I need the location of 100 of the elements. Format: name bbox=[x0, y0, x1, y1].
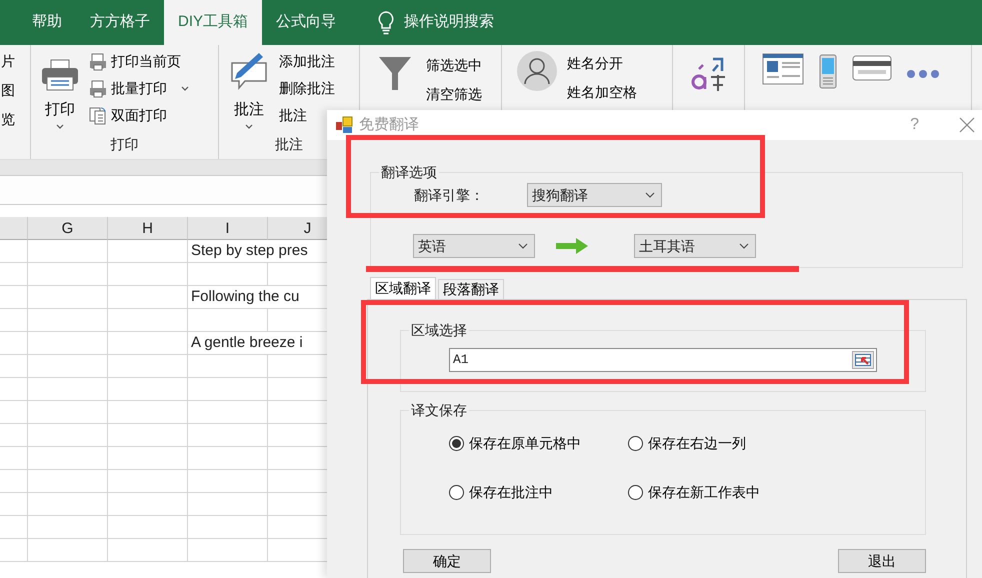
ribbon-button[interactable]: 姓名加空格 bbox=[567, 82, 637, 103]
radio-option[interactable]: 保存在批注中 bbox=[449, 482, 628, 503]
sheet-cell[interactable] bbox=[0, 332, 28, 355]
dialog-tab[interactable]: 区域翻译 bbox=[370, 277, 436, 299]
range-picker-icon bbox=[855, 354, 871, 366]
dropdown[interactable]: 搜狗翻译 bbox=[527, 183, 662, 207]
engine-label: 翻译引擎： bbox=[414, 186, 485, 204]
ribbon-button[interactable]: 删除批注 bbox=[279, 78, 335, 99]
ribbon-tab[interactable]: 帮助 bbox=[18, 0, 76, 45]
caret-icon bbox=[245, 124, 253, 128]
column-header[interactable]: I bbox=[188, 217, 268, 240]
sheet-cell[interactable] bbox=[0, 378, 28, 401]
dialog-tab[interactable]: 段落翻译 bbox=[438, 279, 504, 299]
page-printer-icon bbox=[89, 52, 107, 70]
sheet-cell[interactable] bbox=[108, 240, 188, 263]
ribbon-tab[interactable]: 公式向导 bbox=[262, 0, 350, 45]
dialog-button[interactable]: 确定 bbox=[403, 549, 491, 573]
sheet-cell[interactable] bbox=[0, 263, 28, 286]
sheet-cell[interactable] bbox=[108, 447, 188, 470]
app-icon bbox=[335, 116, 353, 134]
sheet-cell[interactable] bbox=[28, 309, 108, 332]
sheet-cell[interactable] bbox=[0, 447, 28, 470]
sheet-cell[interactable] bbox=[188, 309, 268, 332]
sheet-cell[interactable] bbox=[188, 401, 268, 424]
sheet-cell[interactable] bbox=[28, 401, 108, 424]
ribbon-button[interactable]: 添加批注 bbox=[279, 51, 335, 72]
large-comment-button[interactable]: 批注 bbox=[229, 51, 269, 134]
large-print-button[interactable]: 打印 bbox=[41, 51, 79, 134]
sheet-cell[interactable] bbox=[28, 447, 108, 470]
range-input[interactable]: A1 bbox=[449, 348, 877, 372]
sheet-cell[interactable] bbox=[108, 332, 188, 355]
sheet-cell[interactable] bbox=[28, 516, 108, 539]
sheet-cell[interactable] bbox=[108, 493, 188, 516]
ribbon-button[interactable]: 筛选选中 bbox=[426, 55, 482, 76]
sheet-cell[interactable] bbox=[108, 516, 188, 539]
bank-card-icon bbox=[852, 53, 892, 83]
duplex-page-icon bbox=[89, 106, 107, 124]
ribbon-tab[interactable]: 方方格子 bbox=[76, 0, 164, 45]
sheet-cell[interactable] bbox=[188, 493, 268, 516]
sheet-cell[interactable] bbox=[108, 378, 188, 401]
ribbon-tab[interactable]: DIY工具箱 bbox=[164, 0, 262, 45]
ribbon-button[interactable]: 批量打印 bbox=[89, 78, 189, 99]
sheet-cell[interactable] bbox=[28, 424, 108, 447]
sheet-cell[interactable] bbox=[108, 470, 188, 493]
sheet-cell[interactable] bbox=[108, 309, 188, 332]
sheet-cell[interactable] bbox=[188, 424, 268, 447]
search-tab[interactable]: 操作说明搜索 bbox=[364, 0, 508, 45]
ribbon-button[interactable]: 姓名分开 bbox=[567, 53, 637, 74]
ribbon-button[interactable]: 片 bbox=[1, 51, 18, 72]
sheet-cell[interactable] bbox=[0, 493, 28, 516]
sheet-cell[interactable] bbox=[188, 539, 268, 562]
sheet-cell[interactable] bbox=[108, 263, 188, 286]
sheet-cell[interactable] bbox=[28, 240, 108, 263]
ribbon-button[interactable]: 览 bbox=[1, 109, 18, 130]
column-header[interactable]: H bbox=[108, 217, 188, 240]
sheet-cell[interactable] bbox=[0, 240, 28, 263]
ribbon-button[interactable]: 批注 bbox=[279, 105, 335, 126]
sheet-cell[interactable] bbox=[0, 424, 28, 447]
ribbon-button[interactable]: 打印当前页 bbox=[89, 51, 189, 72]
sheet-cell[interactable] bbox=[28, 493, 108, 516]
radio-option[interactable]: 保存在新工作表中 bbox=[628, 482, 925, 503]
sheet-cell[interactable] bbox=[28, 286, 108, 309]
sheet-cell[interactable] bbox=[108, 355, 188, 378]
sheet-cell[interactable] bbox=[188, 470, 268, 493]
dropdown[interactable]: 英语 bbox=[413, 234, 535, 258]
column-header[interactable] bbox=[0, 217, 28, 240]
sheet-cell[interactable] bbox=[0, 470, 28, 493]
sheet-cell[interactable] bbox=[0, 539, 28, 562]
print-group-label: 打印 bbox=[110, 135, 140, 154]
range-picker-button[interactable] bbox=[852, 351, 874, 369]
radio-option[interactable]: 保存在右边一列 bbox=[628, 433, 925, 454]
sheet-cell[interactable] bbox=[108, 401, 188, 424]
dropdown[interactable]: 土耳其语 bbox=[634, 234, 756, 258]
ribbon-button[interactable]: 清空筛选 bbox=[426, 84, 482, 105]
sheet-cell[interactable] bbox=[28, 378, 108, 401]
sheet-cell[interactable] bbox=[188, 263, 268, 286]
sheet-cell[interactable] bbox=[188, 355, 268, 378]
sheet-cell[interactable] bbox=[28, 332, 108, 355]
sheet-cell[interactable] bbox=[28, 539, 108, 562]
sheet-cell[interactable] bbox=[0, 401, 28, 424]
sheet-cell[interactable] bbox=[188, 378, 268, 401]
ribbon-button[interactable]: 图 bbox=[1, 80, 18, 101]
close-button[interactable] bbox=[959, 117, 975, 133]
sheet-cell[interactable] bbox=[28, 263, 108, 286]
ribbon-button[interactable]: 双面打印 bbox=[89, 105, 189, 126]
sheet-cell[interactable] bbox=[188, 447, 268, 470]
column-header[interactable]: G bbox=[28, 217, 108, 240]
sheet-cell[interactable] bbox=[108, 286, 188, 309]
radio-option[interactable]: 保存在原单元格中 bbox=[449, 433, 628, 454]
sheet-cell[interactable] bbox=[0, 355, 28, 378]
filter-icon bbox=[378, 55, 412, 91]
sheet-cell[interactable] bbox=[28, 355, 108, 378]
sheet-cell[interactable] bbox=[188, 516, 268, 539]
sheet-cell[interactable] bbox=[0, 516, 28, 539]
sheet-cell[interactable] bbox=[108, 424, 188, 447]
sheet-cell[interactable] bbox=[108, 539, 188, 562]
sheet-cell[interactable] bbox=[0, 286, 28, 309]
sheet-cell[interactable] bbox=[28, 470, 108, 493]
dialog-button[interactable]: 退出 bbox=[838, 549, 926, 573]
sheet-cell[interactable] bbox=[0, 309, 28, 332]
